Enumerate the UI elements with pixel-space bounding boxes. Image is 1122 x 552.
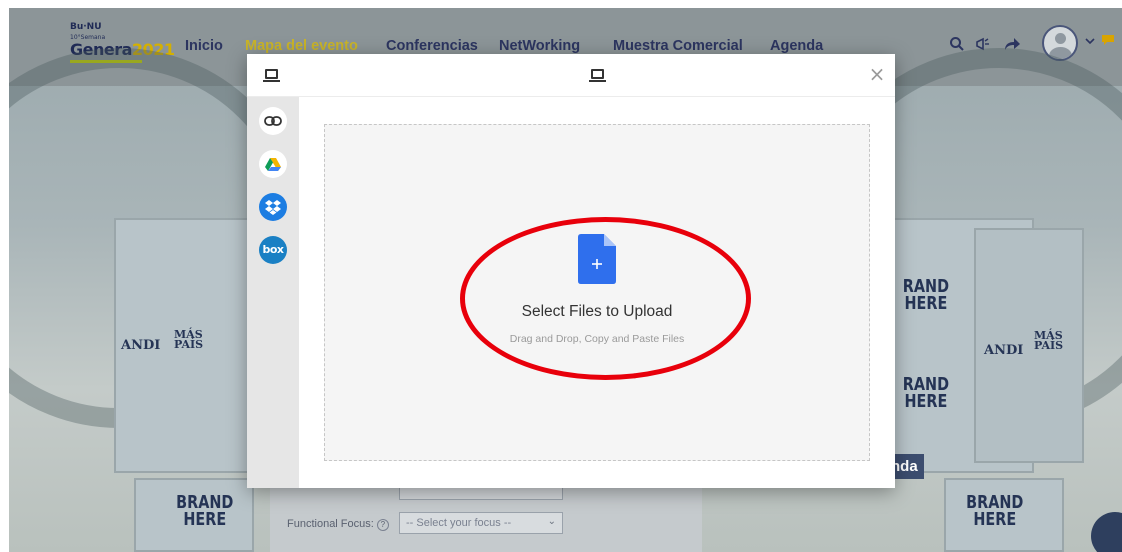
modal-header: × [247,54,895,97]
drop-zone-subtitle: Drag and Drop, Copy and Paste Files [509,333,685,345]
google-drive-icon [265,158,281,171]
help-icon[interactable]: ? [376,519,389,531]
file-drop-zone[interactable]: Select Files to Upload Drag and Drop, Co… [324,124,870,461]
nav-networking[interactable]: NetWorking [499,38,580,54]
upload-source-sidebar: box [247,97,299,488]
file-upload-modal: × box Select Files to Upload Drag and Dr… [247,54,895,488]
drop-zone-title: Select Files to Upload [521,303,673,320]
logo-sponsor-text: Bu·NU [70,22,102,32]
close-button[interactable]: × [867,64,887,84]
link-source-button[interactable] [259,107,287,135]
brand-placeholder-text: BRAND HERE [966,492,1024,530]
nav-agenda[interactable]: Agenda [770,38,823,54]
nav-mapa-del-evento[interactable]: Mapa del evento [245,38,358,54]
mas-pais-logo-text: MÁS PAÍS [1034,329,1064,352]
laptop-icon [589,68,607,84]
functional-focus-select-value: -- Select your focus -- [406,517,512,529]
functional-focus-label-text: Functional Focus: [287,518,374,530]
nav-conferencias[interactable]: Conferencias [386,38,478,54]
nav-muestra-comercial[interactable]: Muestra Comercial [613,38,743,54]
link-icon [264,116,282,126]
screen: Bu·NU 10°Semana Genera2021 Inicio Mapa d… [0,0,1122,552]
box-icon: box [262,243,284,256]
mas-pais-logo-text: MÁS PAÍS [174,328,204,351]
brand-placeholder-text: RAND HERE [902,276,950,314]
google-drive-source-button[interactable] [259,150,287,178]
laptop-icon[interactable] [263,68,281,84]
brand-placeholder-text: BRAND HERE [176,492,234,530]
modal-body: Select Files to Upload Drag and Drop, Co… [299,97,895,488]
functional-focus-label: Functional Focus:? [287,518,389,531]
chevron-down-icon: ⌄ [547,516,556,527]
dropbox-source-button[interactable] [259,193,287,221]
dropbox-icon [265,200,281,215]
chat-notification-icon[interactable] [1101,32,1115,50]
box-source-button[interactable]: box [259,236,287,264]
nav-inicio[interactable]: Inicio [185,38,223,54]
file-add-icon [578,234,616,284]
brand-placeholder-text: RAND HERE [902,374,950,412]
andi-logo-text: ANDI [121,338,161,353]
functional-focus-select[interactable]: -- Select your focus -- ⌄ [399,512,563,534]
chat-widget-button[interactable] [1091,512,1122,552]
chevron-down-icon[interactable] [1084,36,1096,49]
andi-logo-text: ANDI [984,343,1024,358]
